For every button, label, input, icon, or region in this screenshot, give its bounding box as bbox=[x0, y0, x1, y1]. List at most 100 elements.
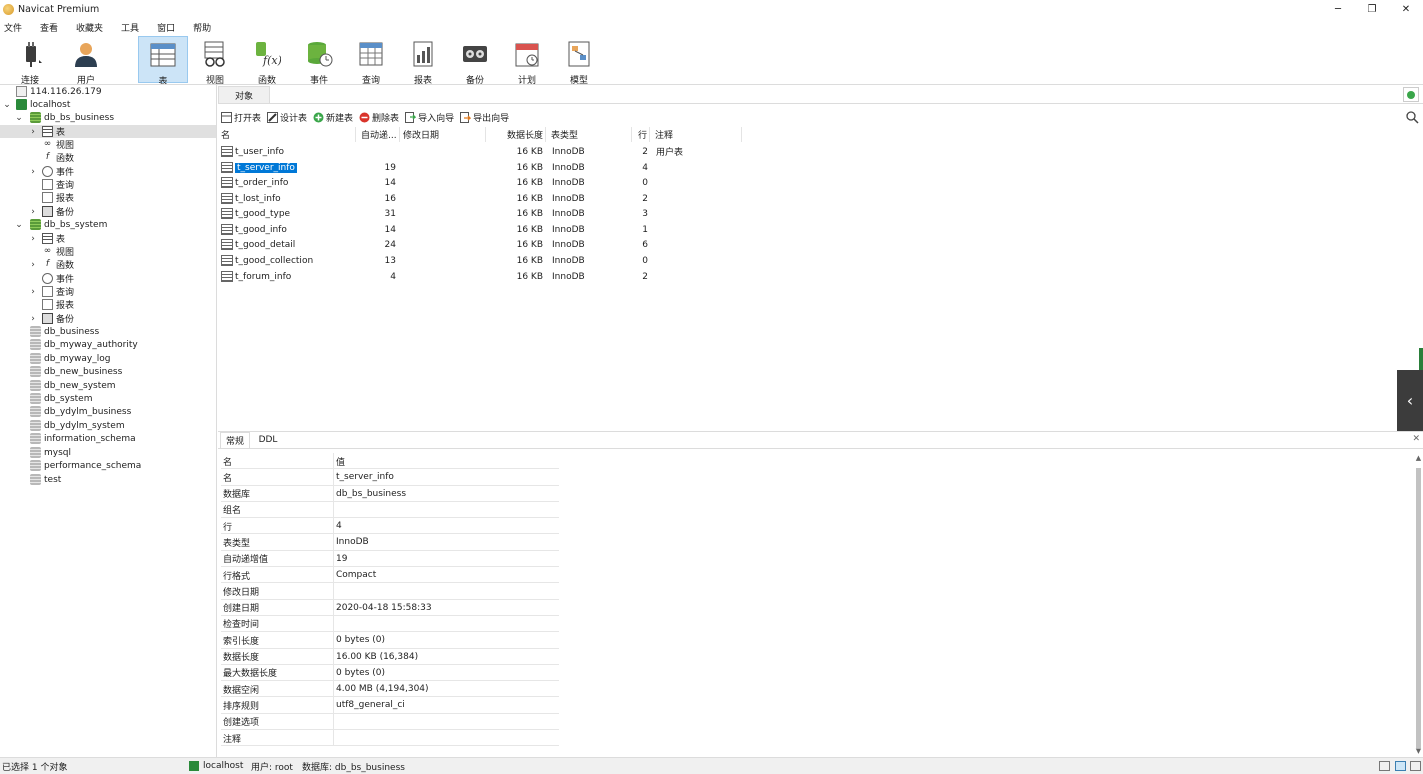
property-row: 索引长度 0 bytes (0) bbox=[221, 632, 559, 649]
new-table-button[interactable]: 新建表 bbox=[313, 111, 353, 124]
tree-item-backups[interactable]: › 备份 bbox=[0, 205, 216, 218]
open-table-button[interactable]: 打开表 bbox=[221, 111, 261, 124]
tab-general[interactable]: 常规 bbox=[220, 432, 250, 448]
search-icon[interactable] bbox=[1405, 110, 1419, 124]
column-autoinc[interactable]: 自动递... bbox=[358, 127, 400, 142]
query-button[interactable]: 查询 bbox=[347, 36, 395, 86]
export-wizard-button[interactable]: 导出向导 bbox=[460, 111, 509, 124]
table-row[interactable]: t_forum_info 4 16 KB InnoDB 2 bbox=[218, 269, 678, 284]
column-modified[interactable]: 修改日期 bbox=[400, 127, 486, 142]
tab-objects[interactable]: 对象 bbox=[218, 86, 270, 103]
tree-db-item[interactable]: db_myway_authority bbox=[30, 338, 138, 351]
menu-window[interactable]: 窗口 bbox=[157, 21, 175, 34]
chevron-right-icon[interactable]: › bbox=[28, 234, 38, 244]
tree-db-item[interactable]: db_ydylm_business bbox=[30, 405, 131, 418]
scroll-up-icon[interactable]: ▲ bbox=[1414, 454, 1423, 463]
restore-button[interactable]: ❐ bbox=[1355, 0, 1389, 18]
tree-item-tables[interactable]: › 表 bbox=[0, 125, 216, 138]
backup-button[interactable]: 备份 bbox=[451, 36, 499, 86]
tree-db-item[interactable]: db_system bbox=[30, 392, 92, 405]
property-key: 修改日期 bbox=[223, 587, 260, 598]
event-button[interactable]: 事件 bbox=[295, 36, 343, 86]
column-rows[interactable]: 行 bbox=[632, 127, 650, 142]
connect-button[interactable]: 连接 bbox=[6, 36, 54, 86]
tree-item-functions[interactable]: › f 函数 bbox=[0, 258, 216, 271]
chevron-right-icon[interactable]: › bbox=[28, 314, 38, 324]
tree-item-backups[interactable]: › 备份 bbox=[0, 312, 216, 325]
table-row[interactable]: t_good_detail 24 16 KB InnoDB 6 bbox=[218, 237, 678, 252]
table-button[interactable]: 表 bbox=[138, 36, 188, 87]
menu-tools[interactable]: 工具 bbox=[121, 21, 139, 34]
new-query-icon[interactable] bbox=[1403, 87, 1419, 102]
detail-view-icon[interactable] bbox=[1410, 761, 1421, 771]
tree-db-item[interactable]: performance_schema bbox=[30, 459, 141, 472]
table-row[interactable]: t_good_type 31 16 KB InnoDB 3 bbox=[218, 206, 678, 221]
close-icon[interactable]: ✕ bbox=[1412, 434, 1420, 444]
chevron-right-icon[interactable]: › bbox=[28, 260, 38, 270]
tree-db-item[interactable]: db_new_business bbox=[30, 365, 122, 378]
column-datalen[interactable]: 数据长度 bbox=[486, 127, 546, 142]
import-wizard-button[interactable]: 导入向导 bbox=[405, 111, 454, 124]
column-name[interactable]: 名 bbox=[218, 127, 356, 142]
report-button[interactable]: 报表 bbox=[399, 36, 447, 86]
close-button[interactable]: ✕ bbox=[1389, 0, 1423, 18]
info-scrollbar[interactable]: ▲ ▼ bbox=[1414, 454, 1423, 756]
tree-db-bs-business[interactable]: ⌄ db_bs_business bbox=[0, 111, 216, 124]
chevron-right-icon[interactable]: › bbox=[28, 207, 38, 217]
scroll-down-icon[interactable]: ▼ bbox=[1414, 747, 1423, 756]
tree-connection[interactable]: ⌄ localhost bbox=[0, 98, 216, 111]
tree-item-tables[interactable]: › 表 bbox=[0, 232, 216, 245]
chevron-down-icon[interactable]: ⌄ bbox=[14, 220, 24, 230]
property-key: 名 bbox=[223, 473, 233, 484]
column-comment[interactable]: 注释 bbox=[652, 127, 742, 142]
tree-db-item[interactable]: test bbox=[30, 473, 61, 486]
chevron-right-icon[interactable]: › bbox=[28, 127, 38, 137]
tree-item-functions[interactable]: f 函数 bbox=[42, 151, 74, 164]
user-button[interactable]: 用户 bbox=[62, 36, 110, 86]
tree-item-views[interactable]: ∞ 视图 bbox=[42, 138, 74, 151]
menu-view[interactable]: 查看 bbox=[40, 21, 58, 34]
collapse-panel-button[interactable]: ‹ bbox=[1397, 370, 1423, 431]
function-button[interactable]: f(x) 函数 bbox=[243, 36, 291, 86]
model-button[interactable]: 模型 bbox=[555, 36, 603, 86]
tree-db-item[interactable]: db_ydylm_system bbox=[30, 419, 125, 432]
list-view-icon[interactable] bbox=[1395, 761, 1406, 771]
tree-db-item[interactable]: db_myway_log bbox=[30, 352, 110, 365]
tree-item-views[interactable]: ∞ 视图 bbox=[42, 245, 74, 258]
tree-db-item[interactable]: db_business bbox=[30, 325, 99, 338]
tree-item-events[interactable]: › 事件 bbox=[0, 165, 216, 178]
tree-item-reports[interactable]: 报表 bbox=[42, 191, 74, 204]
design-table-button[interactable]: 设计表 bbox=[267, 111, 307, 124]
tab-ddl[interactable]: DDL bbox=[254, 432, 282, 448]
minimize-button[interactable]: ─ bbox=[1321, 0, 1355, 18]
tree-db-item[interactable]: information_schema bbox=[30, 432, 136, 445]
tree-item-events[interactable]: 事件 bbox=[42, 272, 74, 285]
delete-table-button[interactable]: 删除表 bbox=[359, 111, 399, 124]
table-row[interactable]: t_lost_info 16 16 KB InnoDB 2 bbox=[218, 191, 678, 206]
tree-db-item[interactable]: mysql bbox=[30, 446, 71, 459]
chevron-down-icon[interactable]: ⌄ bbox=[14, 113, 24, 123]
tree-db-bs-system[interactable]: ⌄ db_bs_system bbox=[0, 218, 216, 231]
chevron-right-icon[interactable]: › bbox=[28, 167, 38, 177]
table-row[interactable]: t_order_info 14 16 KB InnoDB 0 bbox=[218, 175, 678, 190]
chevron-right-icon[interactable]: › bbox=[28, 287, 38, 297]
tree-server[interactable]: 114.116.26.179 bbox=[16, 85, 102, 98]
table-icon bbox=[221, 224, 233, 235]
table-row[interactable]: t_good_info 14 16 KB InnoDB 1 bbox=[218, 222, 678, 237]
table-row-selected[interactable]: t_server_info 19 16 KB InnoDB 4 bbox=[218, 160, 678, 175]
menu-help[interactable]: 帮助 bbox=[193, 21, 211, 34]
menu-file[interactable]: 文件 bbox=[4, 21, 22, 34]
column-engine[interactable]: 表类型 bbox=[548, 127, 632, 142]
scroll-thumb[interactable] bbox=[1416, 468, 1421, 748]
table-row[interactable]: t_good_collection 13 16 KB InnoDB 0 bbox=[218, 253, 678, 268]
menu-favorites[interactable]: 收藏夹 bbox=[76, 21, 103, 34]
tree-item-queries[interactable]: 查询 bbox=[42, 178, 74, 191]
view-button[interactable]: 视图 bbox=[191, 36, 239, 86]
grid-view-icon[interactable] bbox=[1379, 761, 1390, 771]
table-row[interactable]: t_user_info 16 KB InnoDB 2 用户表 bbox=[218, 144, 683, 159]
tree-db-item[interactable]: db_new_system bbox=[30, 379, 116, 392]
schedule-button[interactable]: 计划 bbox=[503, 36, 551, 86]
tree-item-reports[interactable]: 报表 bbox=[42, 298, 74, 311]
chevron-down-icon[interactable]: ⌄ bbox=[2, 100, 12, 110]
tree-item-queries[interactable]: › 查询 bbox=[0, 285, 216, 298]
